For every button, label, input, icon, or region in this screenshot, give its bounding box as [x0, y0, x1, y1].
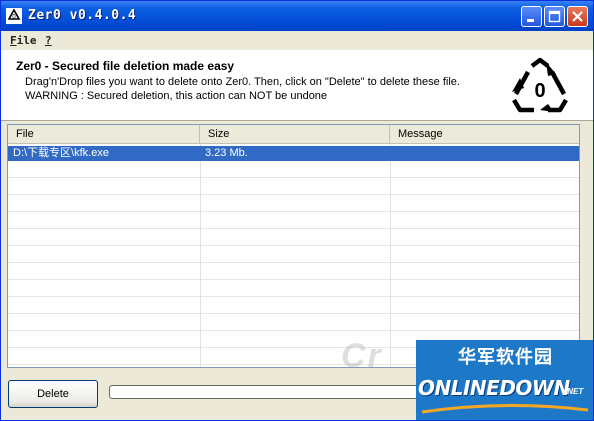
delete-button[interactable]: Delete: [8, 380, 98, 408]
onlinedown-badge: 华军软件园 ONLINEDOWN .NET: [416, 340, 593, 420]
menu-file[interactable]: File: [10, 34, 37, 47]
close-icon: [572, 11, 583, 22]
recycle-logo-digit: 0: [534, 80, 545, 102]
header-warning: WARNING : Secured deletion, this action …: [25, 90, 328, 102]
table-row[interactable]: D:\下载专区\kfk.exe 3.23 Mb.: [8, 146, 579, 161]
badge-chinese-text: 华军软件园: [458, 347, 553, 368]
column-header-file[interactable]: File: [8, 125, 200, 143]
column-divider: [200, 144, 201, 367]
app-window: 0 Zer0 v0.4.0.4 File ? Zer0 - Secured fi…: [0, 0, 594, 421]
maximize-icon: [548, 10, 561, 23]
minimize-button[interactable]: [521, 6, 542, 27]
title-bar[interactable]: 0 Zer0 v0.4.0.4: [1, 1, 593, 31]
header-title: Zer0 - Secured file deletion made easy: [16, 59, 235, 73]
cell-file: D:\下载专区\kfk.exe: [13, 147, 109, 159]
menu-help-accel: ?: [45, 34, 52, 47]
swoosh-icon: [421, 403, 589, 414]
file-list[interactable]: File Size Message D:\下载专区\kfk.exe 3.23 M…: [7, 124, 580, 368]
cell-size: 3.23 Mb.: [205, 147, 248, 159]
window-title: Zer0 v0.4.0.4: [28, 8, 137, 23]
menu-bar: File ?: [1, 31, 593, 51]
badge-brand-text: ONLINEDOWN: [418, 376, 570, 400]
header-panel: Zer0 - Secured file deletion made easy D…: [1, 51, 593, 121]
app-recycle-icon: 0: [6, 8, 22, 24]
watermark-text: Cr: [341, 337, 383, 375]
list-body[interactable]: [8, 144, 579, 367]
recycle-zero-icon: 0: [512, 57, 568, 113]
menu-help[interactable]: ?: [45, 34, 52, 47]
close-button[interactable]: [567, 6, 588, 27]
column-divider: [390, 144, 391, 367]
minimize-icon: [527, 19, 534, 22]
header-instructions: Drag'n'Drop files you want to delete ont…: [25, 76, 460, 88]
column-header-message[interactable]: Message: [390, 125, 579, 143]
maximize-button[interactable]: [544, 6, 565, 27]
column-header-size[interactable]: Size: [200, 125, 390, 143]
cell-message: [392, 146, 579, 161]
list-header: File Size Message: [8, 125, 579, 144]
menu-file-rest: ile: [16, 34, 37, 47]
badge-suffix: .NET: [565, 387, 584, 396]
menu-file-accel: F: [10, 34, 17, 47]
